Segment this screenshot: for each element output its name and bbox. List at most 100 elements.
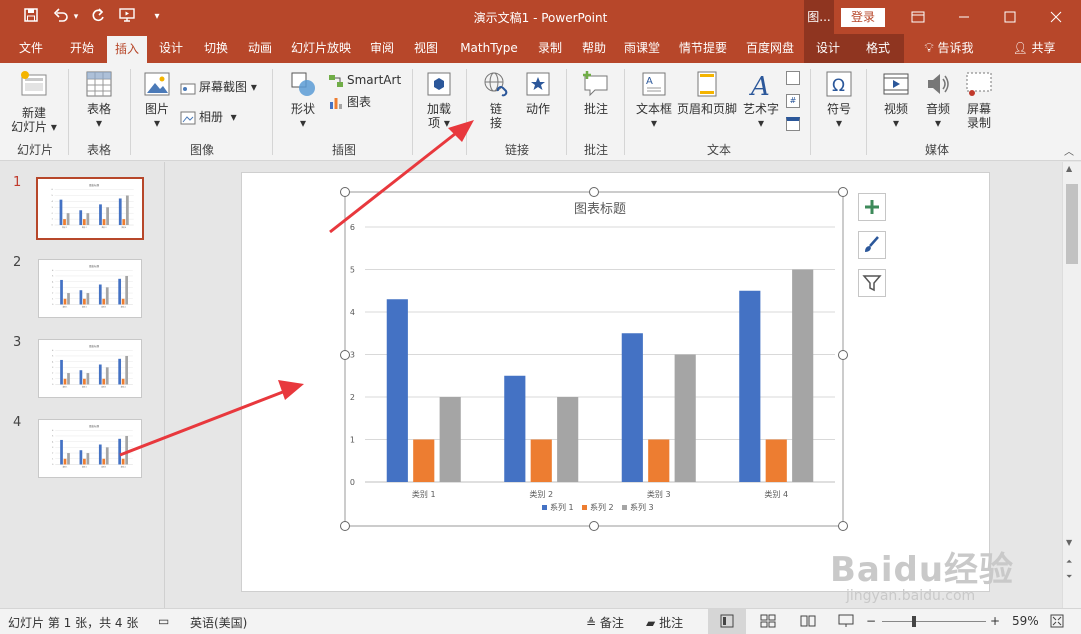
tell-me-button[interactable]: 💡︎ 告诉我 [912,34,986,63]
textbox-button[interactable]: A 文本框 ▾ [634,69,674,130]
bar-1 [60,439,63,465]
zoom-out-icon[interactable]: − [866,614,876,628]
tab-insert[interactable]: 插入 [107,36,147,63]
zoom-in-icon[interactable]: + [990,614,1000,628]
scroll-down-icon[interactable]: ▼ [1066,538,1072,547]
scroll-up-icon[interactable]: ▲ [1066,164,1072,173]
bar-2 [648,439,670,482]
next-slide-icon[interactable]: ⏷ [1066,572,1072,582]
ribbon-display-icon[interactable] [898,0,938,34]
reading-view-icon[interactable] [800,614,816,631]
screen-record-button[interactable]: 屏幕 录制 [960,69,998,130]
notes-button[interactable]: ≜ 备注 [586,614,624,631]
language-indicator[interactable]: 英语(美国) [190,614,247,631]
header-footer-button[interactable]: 页眉和页脚 [676,69,738,116]
slide-thumbnail-1[interactable]: 图表标题 0 1 2 3 4 5 6 类别 1 类别 2 类别 3 类别 4 [36,177,144,240]
chart-object[interactable]: 图表标题 0 1 2 3 4 5 6 类别 1 类别 2 类别 3 类别 4 系列 1 系列 2 系列 3 [335,182,853,536]
screenshot-button[interactable]: 屏幕截图 ▾ [180,78,257,96]
slide-number-3: 3 [13,335,22,350]
minimize-icon[interactable] [944,0,984,34]
chart-icon [330,97,342,109]
vertical-scrollbar[interactable]: ▲ ▼ ⏶ ⏷ [1062,162,1081,608]
video-button[interactable]: 视频 ▾ [876,69,916,130]
bar-1 [98,444,102,465]
tab-mathtype[interactable]: MathType [450,34,528,63]
undo-icon[interactable] [50,7,72,27]
picture-button[interactable]: 图片 ▾ [138,69,176,130]
tab-animations[interactable]: 动画 [240,34,280,63]
tab-review[interactable]: 审阅 [362,34,402,63]
chart-filter-button[interactable] [858,269,886,297]
link-button[interactable]: 链 接 [476,69,516,130]
speaker-icon [928,74,949,94]
album-button[interactable]: 相册 ▾ [180,108,237,126]
addins-button[interactable]: 加载 项 ▾ [420,69,458,130]
undo-dropdown-icon[interactable]: ▾ [70,7,82,27]
tab-slideshow[interactable]: 幻灯片放映 [284,34,358,63]
slide-number-1: 1 [13,175,22,190]
tab-chart-design[interactable]: 设计 [804,34,852,63]
tab-file[interactable]: 文件 [8,34,54,63]
y-tick-label: 2 [52,373,53,375]
present-icon[interactable] [116,7,138,27]
previous-slide-icon[interactable]: ⏶ [1066,557,1072,567]
tab-home[interactable]: 开始 [58,34,106,63]
wordart-button[interactable]: A 艺术字 ▾ [740,69,782,130]
bar-2 [530,439,552,482]
accessibility-icon[interactable]: ▭ [158,614,169,628]
tab-design[interactable]: 设计 [150,34,192,63]
y-tick-label: 6 [52,189,53,191]
login-button[interactable]: 登录 [841,8,885,27]
chart-styles-button[interactable] [858,231,886,259]
fit-to-window-icon[interactable] [1050,614,1064,631]
bar-2 [63,298,67,305]
y-tick-label: 1 [52,219,53,221]
customize-icon[interactable]: ▾ [146,7,168,27]
selection-handle [340,187,350,197]
audio-button[interactable]: 音频 ▾ [918,69,958,130]
close-icon[interactable] [1036,0,1076,34]
group-label-images: 图像 [189,143,214,157]
table-button[interactable]: 表格 ▾ [78,69,120,130]
redo-icon[interactable] [87,7,109,27]
scroll-thumb[interactable] [1066,184,1078,264]
object-icon[interactable] [786,117,800,131]
symbol-button[interactable]: Ω 符号 ▾ [818,69,860,130]
zoom-slider[interactable] [882,621,986,622]
tab-record[interactable]: 录制 [530,34,570,63]
smartart-button[interactable]: SmartArt [328,71,401,89]
tab-chart-format[interactable]: 格式 [852,34,904,63]
tab-view[interactable]: 视图 [406,34,446,63]
action-button[interactable]: 动作 [520,69,556,116]
comment-button[interactable]: 批注 [576,69,616,116]
x-tick-label: 类别 2 [529,489,553,499]
zoom-slider-thumb[interactable] [912,616,916,627]
slide-thumbnail-2[interactable]: 图表标题 0 1 2 3 4 5 6 类别 1 类别 2 类别 3 类别 4 [38,259,142,318]
slide-thumbnail-4[interactable]: 图表标题 0 1 2 3 4 5 6 类别 1 类别 2 类别 3 类别 4 [38,419,142,478]
zoom-level[interactable]: 59% [1012,614,1039,628]
comments-button[interactable]: ▰ 批注 [646,614,683,631]
slideshow-icon[interactable] [838,614,854,631]
tab-storyboard[interactable]: 情节提要 [672,34,734,63]
thumbnail-chart: 图表标题 0 1 2 3 4 5 6 类别 1 类别 2 类别 3 类别 4 [52,424,133,468]
new-slide-button[interactable]: 新建 幻灯片 ▾ [8,69,60,134]
tab-help[interactable]: 帮助 [574,34,614,63]
y-tick-label: 4 [52,201,53,203]
tab-baidu-netdisk[interactable]: 百度网盘 [739,34,801,63]
chart-button[interactable]: 图表 [328,93,371,111]
slide-sorter-icon[interactable] [760,614,776,631]
collapse-ribbon-icon[interactable]: ︿ [1064,143,1074,158]
slide-thumbnail-3[interactable]: 图表标题 0 1 2 3 4 5 6 类别 1 类别 2 类别 3 类别 4 [38,339,142,398]
y-tick-label: 3 [52,287,53,289]
tab-rainclassroom[interactable]: 雨课堂 [617,34,667,63]
normal-view-button[interactable] [708,609,746,634]
save-icon[interactable] [20,7,42,27]
maximize-icon[interactable] [990,0,1030,34]
tab-transitions[interactable]: 切换 [196,34,236,63]
shapes-button[interactable]: 形状 ▾ [282,69,324,130]
date-time-icon[interactable] [786,71,800,85]
slide-number-icon[interactable]: # [786,94,800,108]
share-button[interactable]: 👤︎ 共享 [1008,34,1060,63]
comment-label: 批注 [583,102,608,116]
chart-elements-button[interactable] [858,193,886,221]
